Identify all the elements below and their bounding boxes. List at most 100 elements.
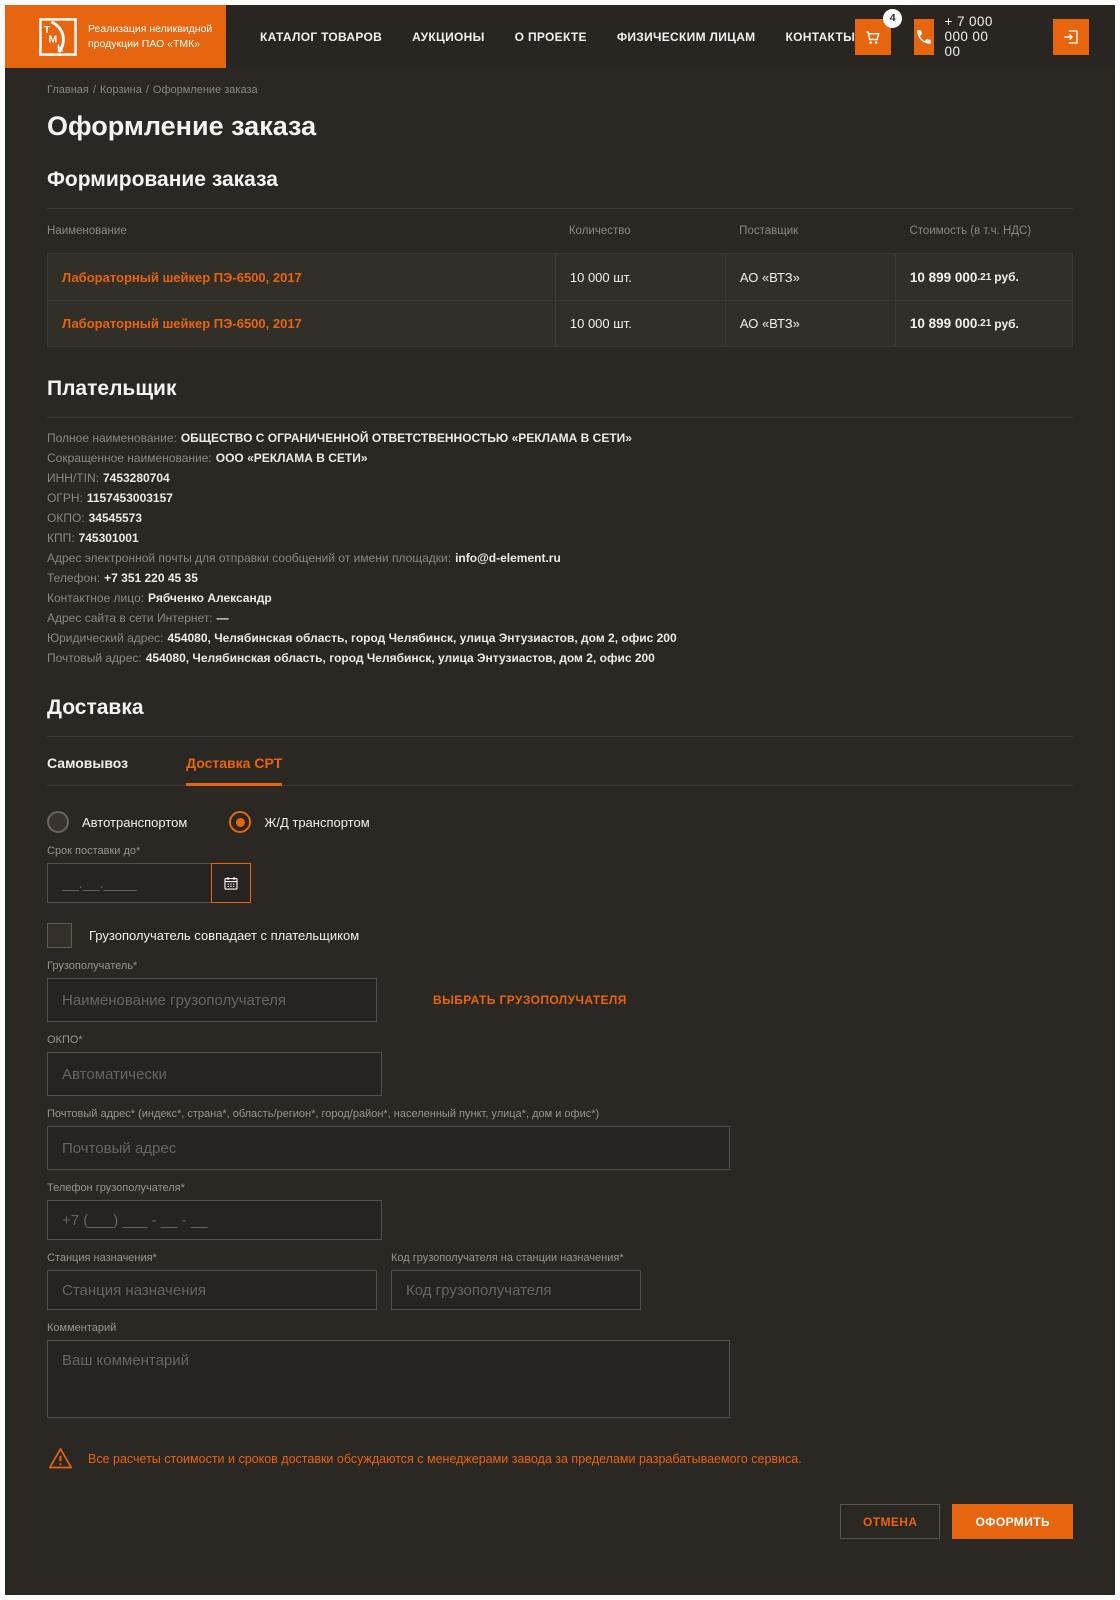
exit-icon — [1062, 28, 1080, 46]
deadline-field: Срок поставки до* — [47, 845, 1073, 903]
choose-consignee-button[interactable]: ВЫБРАТЬ ГРУЗОПОЛУЧАТЕЛЯ — [433, 993, 627, 1007]
radio-rail-transport[interactable]: Ж/Д транспортом — [229, 811, 369, 833]
consignee-phone-label: Телефон грузополучателя* — [47, 1182, 1073, 1194]
svg-text:К: К — [57, 43, 64, 54]
product-link[interactable]: Лабораторный шейкер ПЭ-6500, 2017 — [62, 270, 302, 285]
nav-link-about[interactable]: О ПРОЕКТЕ — [515, 30, 587, 44]
okpo-label: ОКПО* — [47, 1034, 1073, 1046]
same-as-payer-checkbox-row[interactable]: Грузополучатель совпадает с плательщиком — [47, 923, 1073, 948]
station-code-field: Код грузополучателя на станции назначени… — [391, 1252, 641, 1310]
payer-field-phone: Телефон:+7 351 220 45 35 — [47, 568, 1073, 588]
nav-link-individuals[interactable]: ФИЗИЧЕСКИМ ЛИЦАМ — [617, 30, 756, 44]
svg-text:М: М — [49, 34, 58, 45]
main-nav: КАТАЛОГ ТОВАРОВ АУКЦИОНЫ О ПРОЕКТЕ ФИЗИЧ… — [260, 5, 855, 68]
okpo-field: ОКПО* — [47, 1034, 1073, 1096]
station-field: Станция назначения* — [47, 1252, 377, 1310]
calendar-button[interactable] — [211, 863, 251, 903]
payer-field-email: Адрес электронной почты для отправки соо… — [47, 548, 1073, 568]
station-code-input[interactable] — [391, 1270, 641, 1310]
payer-field-short-name: Сокращенное наименование:ООО «РЕКЛАМА В … — [47, 448, 1073, 468]
station-input[interactable] — [47, 1270, 377, 1310]
consignee-field: Грузополучатель* ВЫБРАТЬ ГРУЗОПОЛУЧАТЕЛЯ — [47, 960, 1073, 1022]
payer-field-kpp: КПП:745301001 — [47, 528, 1073, 548]
row-price: 10 899 000.21руб. — [895, 301, 1072, 346]
payer-field-full-name: Полное наименование:ОБЩЕСТВО С ОГРАНИЧЕН… — [47, 428, 1073, 448]
payer-field-website: Адрес сайта в сети Интернет:— — [47, 608, 1073, 628]
consignee-phone-input[interactable] — [47, 1200, 382, 1240]
breadcrumb: Главная / Корзина / Оформление заказа — [47, 68, 1073, 96]
delivery-tabs: Самовывоз Доставка CPT — [47, 747, 1073, 786]
payer-field-legal-address: Юридический адрес:454080, Челябинская об… — [47, 628, 1073, 648]
cancel-button[interactable]: ОТМЕНА — [840, 1504, 940, 1539]
nav-link-contacts[interactable]: КОНТАКТЫ — [785, 30, 855, 44]
nav-link-auctions[interactable]: АУКЦИОНЫ — [412, 30, 485, 44]
warning-triangle-icon — [47, 1445, 74, 1472]
okpo-input[interactable] — [47, 1052, 382, 1096]
comment-label: Комментарий — [47, 1322, 1073, 1334]
brand-logo-block[interactable]: Т М К Реализация неликвидной продукции П… — [5, 5, 226, 68]
consignee-label: Грузополучатель* — [47, 960, 1073, 972]
row-price: 10 899 000.21руб. — [895, 254, 1072, 300]
table-row: Лабораторный шейкер ПЭ-6500, 2017 10 000… — [48, 254, 1072, 300]
phone-icon — [915, 28, 933, 46]
comment-textarea[interactable] — [47, 1340, 730, 1418]
postal-address-label: Почтовый адрес* (индекс*, страна*, облас… — [47, 1108, 1073, 1120]
breadcrumb-home[interactable]: Главная — [47, 84, 89, 96]
consignee-phone-field: Телефон грузополучателя* — [47, 1182, 1073, 1240]
submit-order-button[interactable]: ОФОРМИТЬ — [952, 1504, 1073, 1539]
radio-unchecked-icon[interactable] — [47, 811, 69, 833]
warning-text: Все расчеты стоимости и сроков доставки … — [88, 1452, 802, 1466]
deadline-date-input[interactable] — [47, 863, 212, 903]
station-fields-row: Станция назначения* Код грузополучателя … — [47, 1252, 1073, 1310]
cart-icon — [863, 27, 883, 47]
station-label: Станция назначения* — [47, 1252, 377, 1264]
product-link[interactable]: Лабораторный шейкер ПЭ-6500, 2017 — [62, 316, 302, 331]
column-header-price: Стоимость (в т.ч. НДС) — [895, 225, 1073, 237]
tmk-logo-icon: Т М К — [39, 18, 77, 56]
section-divider — [47, 417, 1073, 418]
radio-auto-transport[interactable]: Автотранспортом — [47, 811, 187, 833]
cart-button[interactable]: 4 — [855, 19, 891, 55]
column-header-qty: Количество — [555, 225, 725, 237]
nav-link-catalog[interactable]: КАТАЛОГ ТОВАРОВ — [260, 30, 382, 44]
page-title: Оформление заказа — [47, 111, 1073, 142]
transport-radio-group: Автотранспортом Ж/Д транспортом — [47, 811, 1073, 833]
row-quantity: 10 000 шт. — [555, 301, 725, 346]
consignee-input[interactable] — [47, 978, 377, 1022]
column-header-supplier: Поставщик — [725, 225, 895, 237]
breadcrumb-separator: / — [146, 84, 149, 96]
checkbox-unchecked-icon[interactable] — [47, 923, 72, 948]
payer-field-okpo: ОКПО:34545573 — [47, 508, 1073, 528]
logout-button[interactable] — [1053, 19, 1089, 55]
order-table-body: Лабораторный шейкер ПЭ-6500, 2017 10 000… — [47, 253, 1073, 347]
section-divider — [47, 736, 1073, 737]
tab-delivery-cpt[interactable]: Доставка CPT — [186, 747, 282, 786]
payer-field-postal-address: Почтовый адрес:454080, Челябинская облас… — [47, 648, 1073, 668]
order-table-header: Наименование Количество Поставщик Стоимо… — [47, 209, 1073, 253]
row-quantity: 10 000 шт. — [555, 254, 725, 300]
payer-section-title: Плательщик — [47, 377, 1073, 401]
brand-tagline: Реализация неликвидной продукции ПАО «ТМ… — [88, 22, 212, 51]
column-header-name: Наименование — [47, 225, 555, 237]
breadcrumb-separator: / — [93, 84, 96, 96]
top-navigation-bar: Т М К Реализация неликвидной продукции П… — [5, 5, 1115, 68]
delivery-warning: Все расчеты стоимости и сроков доставки … — [47, 1445, 1073, 1472]
calendar-icon — [222, 874, 240, 892]
header-phone-number: + 7 000 000 00 00 — [945, 14, 1007, 59]
delivery-section-title: Доставка — [47, 696, 1073, 720]
radio-checked-icon[interactable] — [229, 811, 251, 833]
payer-field-inn: ИНН/TIN:7453280704 — [47, 468, 1073, 488]
comment-field: Комментарий — [47, 1322, 1073, 1423]
phone-button[interactable] — [914, 19, 933, 55]
payer-details: Полное наименование:ОБЩЕСТВО С ОГРАНИЧЕН… — [47, 428, 1073, 668]
station-code-label: Код грузополучателя на станции назначени… — [391, 1252, 641, 1264]
cart-count-badge: 4 — [883, 9, 902, 28]
postal-address-input[interactable] — [47, 1126, 730, 1170]
app-root: Т М К Реализация неликвидной продукции П… — [5, 5, 1115, 1595]
breadcrumb-cart[interactable]: Корзина — [100, 84, 142, 96]
row-supplier: АО «ВТЗ» — [725, 301, 895, 346]
tab-pickup[interactable]: Самовывоз — [47, 747, 128, 786]
breadcrumb-current: Оформление заказа — [153, 84, 258, 96]
row-supplier: АО «ВТЗ» — [725, 254, 895, 300]
payer-field-ogrn: ОГРН:1157453003157 — [47, 488, 1073, 508]
